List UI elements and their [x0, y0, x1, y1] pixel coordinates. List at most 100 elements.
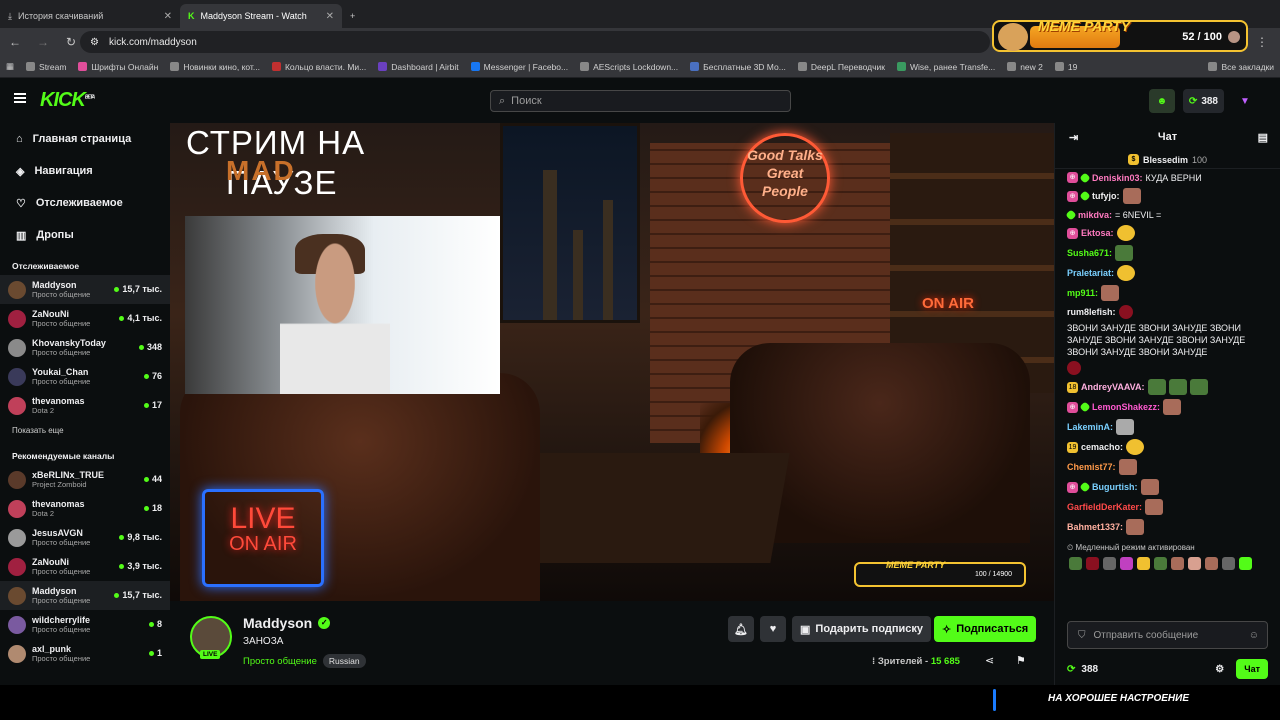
emote-icon[interactable] — [1154, 557, 1167, 570]
emote-icon[interactable] — [1205, 557, 1218, 570]
menu-icon[interactable] — [14, 93, 26, 103]
site-info-icon[interactable]: ⚙ — [90, 37, 99, 48]
bookmark[interactable]: AEScripts Lockdown... — [574, 62, 684, 72]
bookmark[interactable]: Wise, ранее Transfe... — [891, 62, 1001, 72]
language-tag[interactable]: Russian — [322, 654, 366, 668]
live-on-air-sign: LIVE ON AIR — [202, 489, 324, 587]
nav-home[interactable]: ⌂ Главная страница — [0, 123, 170, 155]
folder[interactable]: 19 — [1049, 62, 1083, 72]
bookmark[interactable]: Шрифты Онлайн — [72, 62, 164, 72]
emote-icon — [1116, 419, 1135, 435]
bookmark[interactable]: Бесплатные 3D Мо... — [684, 62, 792, 72]
chat-message: Bahmet1337: — [1067, 519, 1268, 535]
bell-icon[interactable]: 🔔︎ — [728, 616, 754, 642]
show-more-link[interactable]: Показать еще — [0, 420, 170, 441]
emote-icon[interactable] — [1069, 557, 1082, 570]
chat-message: mp911: — [1067, 285, 1268, 301]
sidebar-channel[interactable]: thevanomas Dota 2 17 — [0, 391, 170, 420]
neon-sign: Good Talks Great People — [740, 133, 830, 223]
chat-message: GarfieldDerKater: — [1067, 499, 1268, 515]
close-tab-icon[interactable]: ✕ — [164, 11, 172, 22]
reload-icon[interactable]: ↻ — [61, 35, 81, 49]
bookmark[interactable]: Stream — [20, 62, 72, 72]
sidebar-channel[interactable]: ZaNouNi Просто общение 3,9 тыс. — [0, 552, 170, 581]
emoji-icon[interactable]: ☺ — [1249, 630, 1259, 641]
search-input[interactable]: ⌕ Поиск — [490, 90, 791, 112]
forward-icon[interactable]: → — [33, 35, 53, 49]
all-bookmarks[interactable]: Все закладки — [1202, 62, 1280, 72]
avatar — [8, 338, 26, 357]
gift-icon: ▣ — [800, 623, 811, 636]
og-badge-icon — [1079, 190, 1091, 202]
avatar[interactable]: ▼ — [1232, 89, 1258, 113]
sidebar-channel[interactable]: JesusAVGN Просто общение 9,8 тыс. — [0, 523, 170, 552]
sidebar-channel[interactable]: KhovanskyToday Просто общение 348 — [0, 333, 170, 362]
sidebar-channel[interactable]: Maddyson Просто общение 15,7 тыс. — [0, 581, 170, 610]
url-bar[interactable]: ⚙ kick.com/maddyson — [80, 31, 990, 53]
report-icon[interactable]: ⚑ — [1016, 654, 1026, 667]
emote-icon — [1116, 225, 1135, 241]
emote-icon — [1145, 499, 1164, 515]
collapse-chat-icon[interactable]: ⇥ — [1069, 131, 1078, 144]
bookmark[interactable]: Новинки кино, кот... — [164, 62, 266, 72]
emote-icon[interactable] — [1171, 557, 1184, 570]
users-icon[interactable]: ▤ — [1258, 131, 1268, 144]
emote-icon[interactable]: ☻ — [1148, 89, 1175, 113]
chat-input[interactable]: ⛉ Отправить сообщение ☺ — [1067, 621, 1268, 649]
video-player[interactable]: Good Talks Great People ON AIR СТРИМ НА … — [170, 123, 1054, 601]
sidebar-channel[interactable]: ZaNouNi Просто общение 4,1 тыс. — [0, 304, 170, 333]
emote-icon[interactable] — [1103, 557, 1116, 570]
emote-icon[interactable] — [1222, 557, 1235, 570]
emote-icon[interactable] — [1086, 557, 1099, 570]
chat-message: ⊕ Deniskin03: КУДА ВЕРНИ — [1067, 171, 1268, 184]
gear-icon[interactable]: ⚙ — [1215, 664, 1224, 675]
window-cityscape — [500, 123, 640, 323]
search-placeholder: Поиск — [511, 95, 542, 107]
sidebar-channel[interactable]: xBeRLINx_TRUE Project Zomboid 44 — [0, 465, 170, 494]
sidebar-channel[interactable]: Youkai_Chan Просто общение 76 — [0, 362, 170, 391]
apps-icon[interactable]: ▦ — [0, 61, 20, 72]
bookmark[interactable]: Dashboard | Airbit — [372, 62, 464, 72]
browser-tab-history[interactable]: ⤓ История скачиваний ✕ — [0, 4, 180, 28]
nav-browse[interactable]: ◈ Навигация — [0, 155, 170, 187]
sidebar-channel[interactable]: axl_punk Просто общение 1 — [0, 639, 170, 668]
nav-drops[interactable]: ▥ Дропы — [0, 219, 170, 251]
share-icon[interactable]: ⋖ — [985, 654, 994, 667]
webcam-feed — [185, 216, 500, 394]
bookmark[interactable]: DeepL Переводчик — [792, 62, 891, 72]
stream-info: LIVE Maddyson ✓ ЗАНОЗА Просто общение Russ… — [170, 601, 1054, 685]
back-icon[interactable]: ← — [5, 35, 25, 49]
streamer-name[interactable]: Maddyson ✓ — [243, 615, 331, 631]
points-icon: ⟳ — [1067, 663, 1076, 675]
send-chat-button[interactable]: Чат — [1236, 659, 1268, 679]
close-tab-icon[interactable]: ✕ — [326, 11, 334, 22]
bookmark[interactable]: Messenger | Facebo... — [465, 62, 574, 72]
menu-dots-icon[interactable]: ⋮ — [1252, 35, 1272, 49]
emote-icon[interactable] — [1137, 557, 1150, 570]
folder[interactable]: new 2 — [1001, 62, 1049, 72]
sidebar-channel[interactable]: thevanomas Dota 2 18 — [0, 494, 170, 523]
kick-logo[interactable]: KICKBETA — [40, 89, 95, 112]
heart-icon[interactable]: ♥ — [760, 616, 786, 642]
emote-icon[interactable] — [1120, 557, 1133, 570]
emote-icon — [1140, 479, 1159, 495]
subscribe-button[interactable]: ✧ Подписаться — [934, 616, 1037, 642]
browser-tab-kick[interactable]: K Maddyson Stream - Watch ✕ — [180, 4, 342, 28]
points-button[interactable]: ⟳ 388 — [1182, 89, 1224, 113]
new-tab-button[interactable]: + — [342, 4, 363, 28]
pinned-gifter: $ Blessedim 100 — [1055, 151, 1280, 169]
chat-message: 18 AndreyVAAVA: — [1067, 379, 1268, 395]
sub-badge-icon: 18 — [1067, 381, 1078, 393]
emote-icon[interactable] — [1188, 557, 1201, 570]
meme-count: 52 / 100 — [1182, 31, 1222, 43]
category-link[interactable]: Просто общение — [243, 656, 317, 667]
sidebar-channel[interactable]: Maddyson Просто общение 15,7 тыс. — [0, 275, 170, 304]
gift-sub-button[interactable]: ▣ Подарить подписку — [792, 616, 932, 642]
emote-icon — [1067, 361, 1081, 375]
bookmark[interactable]: Кольцо власти. Ми... — [266, 62, 372, 72]
emote-icon[interactable] — [1239, 557, 1252, 570]
heart-icon: ♡ — [16, 197, 26, 210]
sidebar-channel[interactable]: wildcherrylife Просто общение 8 — [0, 610, 170, 639]
nav-following[interactable]: ♡ Отслеживаемое — [0, 187, 170, 219]
shield-icon: ⛉ — [1078, 629, 1086, 641]
